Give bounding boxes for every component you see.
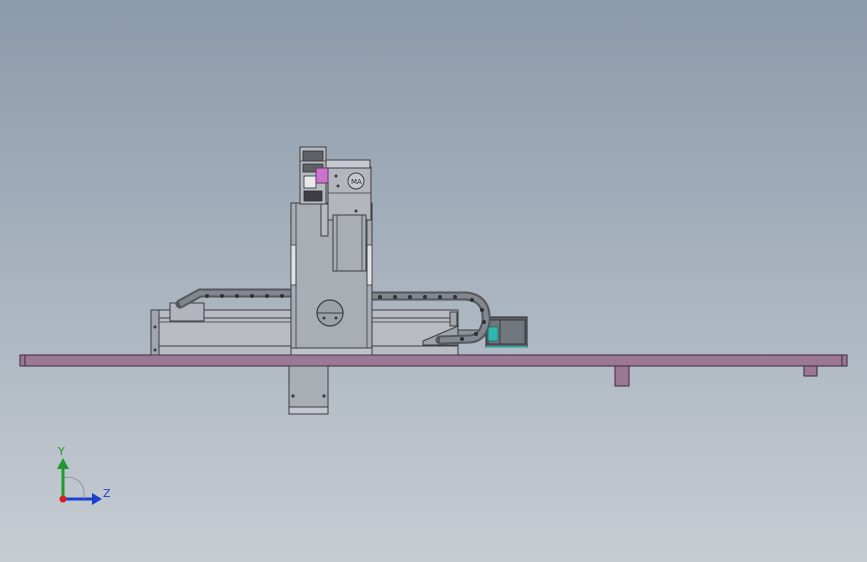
left-linear-rail[interactable] bbox=[150, 302, 292, 356]
svg-text:MA: MA bbox=[351, 178, 362, 186]
cad-viewport[interactable]: MA Y Z bbox=[0, 0, 867, 562]
z-axis-label: Z bbox=[103, 487, 111, 500]
right-linear-rail[interactable] bbox=[370, 309, 459, 356]
cable-chain-left bbox=[175, 288, 298, 309]
z-axis-carriage[interactable]: MA bbox=[325, 159, 372, 272]
cnc-assembly-drawing: MA Y Z bbox=[19, 146, 848, 505]
base-plate-feet bbox=[614, 365, 818, 387]
y-axis-label: Y bbox=[57, 445, 65, 458]
base-plate[interactable] bbox=[19, 354, 848, 367]
origin-x-axis-icon bbox=[59, 495, 67, 503]
z-axis-arrow-icon bbox=[92, 493, 102, 505]
coordinate-triad bbox=[57, 458, 102, 505]
column-lower-extension bbox=[288, 365, 329, 415]
y-axis-arrow-icon bbox=[57, 458, 69, 469]
